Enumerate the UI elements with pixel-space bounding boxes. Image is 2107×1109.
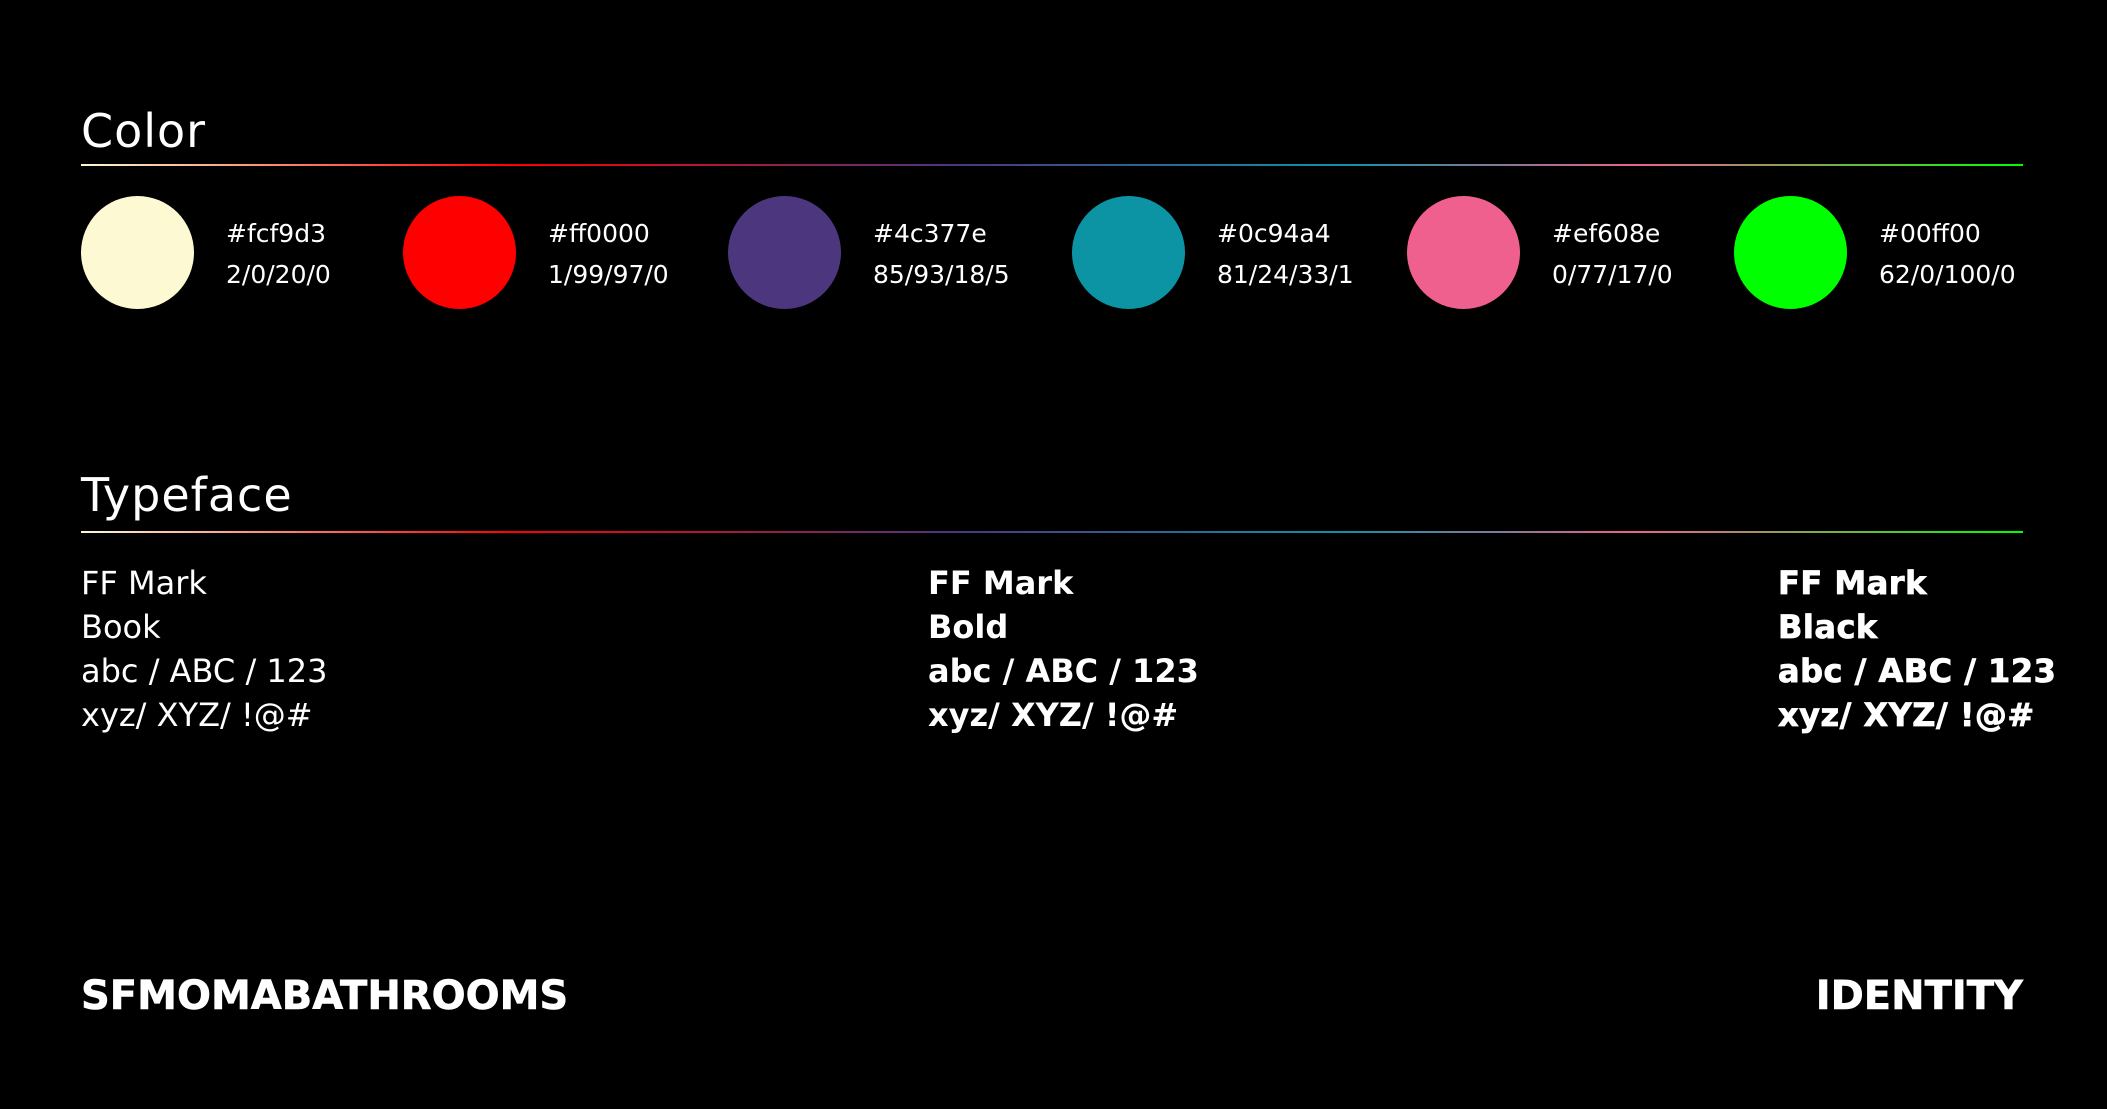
color-section-title: Color [81, 104, 207, 158]
typeface-sample-line: xyz/ XYZ/ !@# [81, 696, 313, 734]
typeface-family: FF Mark [81, 564, 207, 602]
color-divider [81, 164, 2023, 166]
typeface-sample-line: abc / ABC / 123 [1778, 652, 2057, 691]
color-swatch [728, 196, 841, 309]
color-swatch [1072, 196, 1185, 309]
typeface-family: FF Mark [1778, 564, 1927, 603]
color-swatch [1407, 196, 1520, 309]
color-swatch [81, 196, 194, 309]
typeface-weight: Black [1778, 608, 1878, 647]
swatch-info: #fcf9d3 2/0/20/0 [226, 213, 331, 295]
footer-section-label: IDENTITY [1815, 973, 2023, 1019]
typeface-sample-line: abc / ABC / 123 [81, 652, 328, 690]
swatch-hex: #ff0000 [548, 219, 650, 248]
swatch-cmyk: 1/99/97/0 [548, 260, 669, 289]
swatch-cmyk: 85/93/18/5 [873, 260, 1010, 289]
typeface-weight: Book [81, 608, 161, 646]
typeface-sample-line: xyz/ XYZ/ !@# [928, 696, 1179, 734]
swatch-hex: #4c377e [873, 219, 987, 248]
typeface-section-title: Typeface [81, 468, 293, 522]
color-swatch [403, 196, 516, 309]
swatch-cmyk: 81/24/33/1 [1217, 260, 1354, 289]
swatch-hex: #fcf9d3 [226, 219, 326, 248]
swatch-info: #4c377e 85/93/18/5 [873, 213, 1010, 295]
footer-brand: SFMOMABATHROOMS [81, 973, 569, 1019]
typeface-bold-specimen: FF Mark Bold abc / ABC / 123 xyz/ XYZ/ !… [928, 561, 1199, 737]
swatch-cmyk: 0/77/17/0 [1552, 260, 1673, 289]
swatch-cmyk: 2/0/20/0 [226, 260, 331, 289]
typeface-family: FF Mark [928, 564, 1074, 602]
typeface-black-specimen: FF Mark Black abc / ABC / 123 xyz/ XYZ/ … [1778, 561, 2057, 737]
swatch-hex: #0c94a4 [1217, 219, 1331, 248]
typeface-book-specimen: FF Mark Book abc / ABC / 123 xyz/ XYZ/ !… [81, 561, 327, 737]
typeface-sample-line: xyz/ XYZ/ !@# [1778, 696, 2035, 735]
swatch-hex: #ef608e [1552, 219, 1661, 248]
swatch-info: #ef608e 0/77/17/0 [1552, 213, 1673, 295]
typeface-divider [81, 531, 2023, 533]
swatch-info: #ff0000 1/99/97/0 [548, 213, 669, 295]
swatch-cmyk: 62/0/100/0 [1879, 260, 2016, 289]
color-swatch [1734, 196, 1847, 309]
swatch-info: #00ff00 62/0/100/0 [1879, 213, 2016, 295]
typeface-weight: Bold [928, 608, 1009, 646]
swatch-hex: #00ff00 [1879, 219, 1981, 248]
swatch-info: #0c94a4 81/24/33/1 [1217, 213, 1354, 295]
typeface-sample-line: abc / ABC / 123 [928, 652, 1199, 690]
